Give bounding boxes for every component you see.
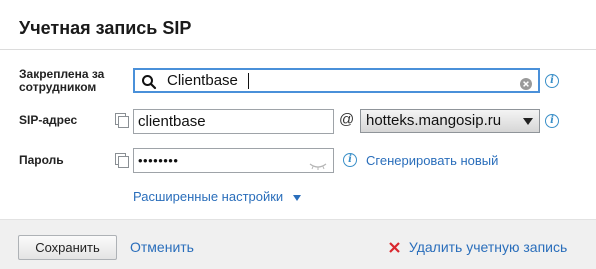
at-sign: @ [339,111,355,128]
eye-icon[interactable] [309,155,327,170]
employee-search-value: Clientbase [167,72,238,89]
cancel-link[interactable]: Отменить [130,239,194,255]
delete-account-label: Удалить учетную запись [408,239,568,255]
triangle-down-icon [292,194,301,201]
save-button[interactable]: Сохранить [18,235,117,260]
generate-password-link[interactable]: Сгенерировать новый [366,153,498,168]
clear-icon[interactable] [520,75,532,90]
search-icon [141,74,157,90]
chevron-down-icon [523,118,533,125]
copy-icon[interactable] [115,153,130,169]
password-value: •••••••• [138,153,179,168]
delete-x-icon [389,240,400,253]
info-icon[interactable]: i [545,114,559,128]
sip-domain-select[interactable]: hotteks.mangosip.ru [360,109,540,133]
info-icon[interactable]: i [545,74,559,88]
sip-login-value: clientbase [138,113,206,130]
assigned-employee-label: Закреплена за сотрудником [19,67,105,94]
password-label: Пароль [19,153,64,167]
sip-domain-value: hotteks.mangosip.ru [366,112,502,129]
copy-icon[interactable] [115,113,130,129]
delete-account-link[interactable]: Удалить учетную запись [389,239,567,255]
employee-search-input[interactable]: Clientbase [133,68,540,93]
sip-address-label: SIP-адрес [19,113,78,127]
advanced-settings-label: Расширенные настройки [133,189,284,204]
dialog-footer: Сохранить Отменить Удалить учетную запис… [0,219,596,269]
dialog-header: Учетная запись SIP [0,0,596,50]
info-icon[interactable]: i [343,153,357,167]
sip-login-input[interactable]: clientbase [133,109,334,134]
dialog-title: Учетная запись SIP [19,18,192,38]
password-input[interactable]: •••••••• [133,148,334,173]
text-cursor [248,73,249,89]
advanced-settings-link[interactable]: Расширенные настройки [133,189,301,204]
